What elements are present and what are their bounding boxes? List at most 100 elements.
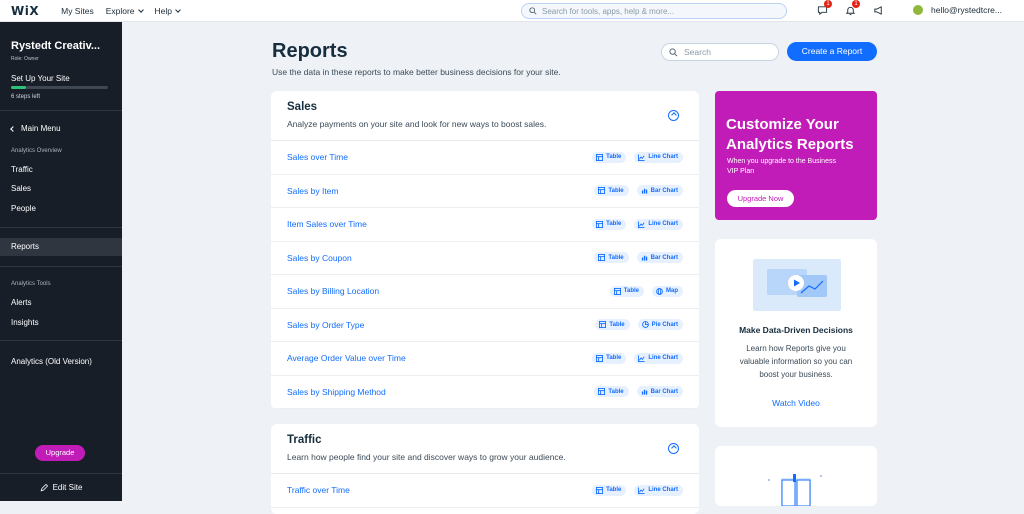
sidebar-item-old-version[interactable]: Analytics (Old Version): [0, 353, 122, 371]
chip-group: Table Line Chart: [584, 352, 683, 364]
chip-bar-chart[interactable]: Bar Chart: [636, 185, 683, 197]
page-title: Reports: [272, 40, 348, 62]
user-menu[interactable]: hello@rystedtcre...: [913, 5, 1002, 15]
chip-label: Line Chart: [648, 355, 678, 362]
chip-line-chart[interactable]: Line Chart: [634, 484, 683, 496]
report-link[interactable]: Sales over Time: [287, 152, 348, 162]
bar-chart-icon: [641, 189, 647, 194]
reports-search-input[interactable]: Search: [661, 43, 779, 61]
chip-table[interactable]: Table: [592, 218, 627, 230]
upgrade-promo-card: Customize Your Analytics Reports When yo…: [715, 91, 877, 220]
report-row-average-order-value-over-time[interactable]: Average Order Value over Time Table Line C…: [271, 342, 699, 376]
chip-label: Map: [666, 288, 678, 295]
steps-left: 6 steps left: [11, 94, 41, 100]
chip-group: Table Bar Chart: [586, 386, 683, 398]
chip-label: Pie Chart: [651, 321, 678, 328]
report-row-sales-by-billing-location[interactable]: Sales by Billing Location Table Map: [271, 275, 699, 309]
chip-pie-chart[interactable]: Pie Chart: [637, 319, 683, 331]
avatar: [913, 5, 923, 15]
report-link[interactable]: Sales by Shipping Method: [287, 387, 386, 397]
notifications-button[interactable]: 1: [843, 0, 860, 17]
chip-bar-chart[interactable]: Bar Chart: [636, 252, 683, 264]
watch-video-link[interactable]: Watch Video: [715, 398, 877, 408]
main-menu-label: Main Menu: [21, 124, 61, 133]
edit-site-button[interactable]: Edit Site: [0, 473, 122, 501]
report-link[interactable]: Sales by Order Type: [287, 320, 364, 330]
report-link[interactable]: Sales by Coupon: [287, 253, 352, 263]
report-link[interactable]: Sales by Item: [287, 186, 339, 196]
report-row-sales-by-shipping-method[interactable]: Sales by Shipping Method Table Bar Chart: [271, 376, 699, 409]
chip-label: Table: [606, 487, 622, 494]
chip-label: Line Chart: [648, 221, 678, 228]
report-row-sales-by-order-type[interactable]: Sales by Order Type Table Pie Chart: [271, 309, 699, 342]
upgrade-button[interactable]: Upgrade: [35, 445, 85, 461]
sidebar-item-insights[interactable]: Insights: [0, 314, 122, 332]
traffic-title: Traffic: [287, 434, 322, 446]
nav-my-sites[interactable]: My Sites: [61, 6, 94, 16]
nav-help[interactable]: Help: [155, 6, 181, 16]
sidebar-item-alerts[interactable]: Alerts: [0, 294, 122, 312]
report-row-sales-by-item[interactable]: Sales by Item Table Bar Chart: [271, 175, 699, 208]
collapse-icon[interactable]: [668, 443, 679, 454]
report-row-traffic-over-time[interactable]: Traffic over Time Table Line Chart: [271, 474, 699, 508]
pencil-icon: [40, 483, 48, 491]
chevron-down-icon: [175, 6, 181, 13]
sales-description: Analyze payments on your site and look f…: [287, 119, 547, 129]
reports-search-placeholder: Search: [684, 47, 711, 57]
chip-group: Table Bar Chart: [586, 185, 683, 197]
pie-chart-icon: [641, 321, 649, 329]
search-icon: [529, 7, 537, 15]
setup-site-link[interactable]: Set Up Your Site: [11, 74, 70, 83]
report-row-sales-by-coupon[interactable]: Sales by Coupon Table Bar Chart: [271, 242, 699, 275]
report-row-item-sales-over-time[interactable]: Item Sales over Time Table Line Chart: [271, 208, 699, 242]
chip-table[interactable]: Table: [609, 285, 644, 297]
chip-group: Table Bar Chart: [586, 252, 683, 264]
nav-explore[interactable]: Explore: [106, 6, 144, 16]
report-row-sales-over-time[interactable]: Sales over Time Table Line Chart: [271, 141, 699, 175]
global-search-input[interactable]: Search for tools, apps, help & more...: [521, 3, 787, 19]
sidebar-item-reports[interactable]: Reports: [0, 238, 122, 256]
traffic-report-list: Traffic over Time Table Line Chart: [271, 474, 699, 508]
wix-logo[interactable]: WiX: [11, 4, 39, 18]
line-chart-icon: [638, 355, 645, 362]
chip-table[interactable]: Table: [594, 185, 629, 197]
sidebar-item-sales[interactable]: Sales: [0, 180, 122, 198]
chip-table[interactable]: Table: [592, 151, 627, 163]
create-report-button[interactable]: Create a Report: [787, 42, 877, 61]
upgrade-now-button[interactable]: Upgrade Now: [727, 190, 794, 207]
sidebar-item-traffic[interactable]: Traffic: [0, 161, 122, 179]
sales-card-header[interactable]: Sales Analyze payments on your site and …: [271, 91, 699, 141]
collapse-icon[interactable]: [668, 110, 679, 121]
chip-bar-chart[interactable]: Bar Chart: [636, 386, 683, 398]
table-icon: [596, 354, 604, 362]
announcements-button[interactable]: [871, 3, 885, 17]
bar-chart-icon: [641, 390, 647, 395]
sidebar-item-people[interactable]: People: [0, 200, 122, 218]
chip-line-chart[interactable]: Line Chart: [634, 218, 683, 230]
chip-table[interactable]: Table: [592, 352, 627, 364]
divider: [0, 227, 122, 228]
chat-button[interactable]: 1: [815, 0, 832, 17]
divider: [0, 266, 122, 267]
megaphone-icon: [873, 5, 882, 15]
site-name[interactable]: Rystedt Creativ...: [11, 40, 100, 52]
report-link[interactable]: Average Order Value over Time: [287, 353, 406, 363]
section-analytics-overview: Analytics Overview: [11, 148, 62, 154]
promo-title: Customize Your Analytics Reports: [726, 116, 854, 153]
chip-line-chart[interactable]: Line Chart: [634, 151, 683, 163]
chip-line-chart[interactable]: Line Chart: [634, 352, 683, 364]
chip-table[interactable]: Table: [592, 484, 627, 496]
chip-table[interactable]: Table: [594, 386, 629, 398]
chip-table[interactable]: Table: [594, 252, 629, 264]
report-link[interactable]: Traffic over Time: [287, 485, 350, 495]
sidebar: Rystedt Creativ... Role: Owner Set Up Yo…: [0, 22, 122, 501]
traffic-card-header[interactable]: Traffic Learn how people find your site …: [271, 424, 699, 474]
table-icon: [599, 321, 607, 329]
report-link[interactable]: Item Sales over Time: [287, 219, 367, 229]
table-icon: [598, 187, 606, 195]
chip-table[interactable]: Table: [595, 319, 630, 331]
main-menu-link[interactable]: Main Menu: [10, 124, 61, 133]
chip-map[interactable]: Map: [652, 285, 683, 297]
chip-label: Table: [606, 355, 622, 362]
report-link[interactable]: Sales by Billing Location: [287, 286, 379, 296]
